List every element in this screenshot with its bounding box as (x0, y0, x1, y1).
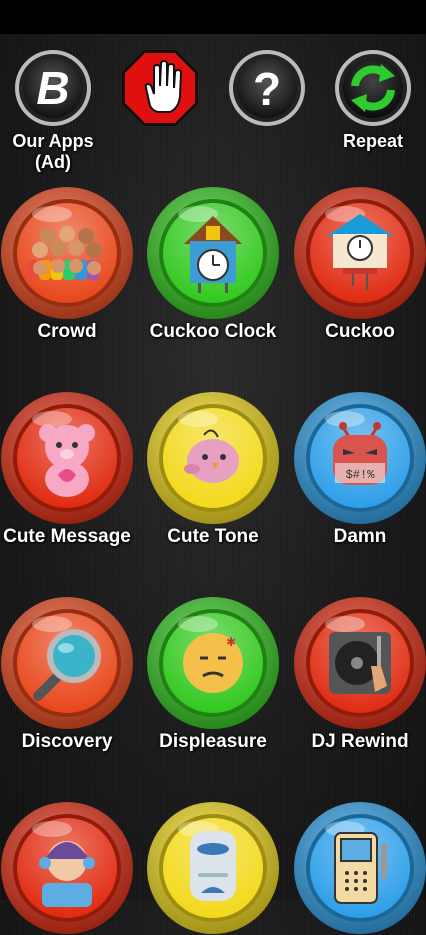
sound-label: Crowd (37, 321, 97, 342)
svg-text:?: ? (253, 63, 281, 115)
sound-button[interactable] (146, 186, 280, 320)
question-mark-icon: ? (229, 50, 305, 126)
sound-label: Cuckoo Clock (149, 321, 277, 342)
sound-button[interactable] (0, 186, 134, 320)
svg-text:$#!%: $#!% (346, 468, 376, 482)
help-button[interactable]: ? (227, 48, 307, 128)
sound-button[interactable] (293, 596, 426, 730)
displeased-face-icon: ✱ (147, 597, 279, 729)
cuckoo-house-icon (294, 187, 426, 319)
turntable-icon (294, 597, 426, 729)
stop-hand-icon (122, 50, 198, 126)
teddy-bear-icon (1, 392, 133, 524)
stop-button[interactable] (120, 48, 200, 128)
repeat-label: Repeat (342, 131, 404, 151)
sound-button[interactable] (0, 391, 134, 525)
sound-label: Cute Tone (167, 526, 259, 547)
cuckoo-clock-icon (147, 187, 279, 319)
our-apps-button[interactable]: B (13, 48, 93, 128)
dj-girl-icon (1, 802, 133, 934)
sound-label: Discovery (21, 731, 113, 752)
sound-button[interactable]: $#!% (293, 391, 426, 525)
crowd-icon (1, 187, 133, 319)
magnifier-icon (1, 597, 133, 729)
sound-label: DJ Rewind (311, 731, 409, 752)
smart-speaker-icon (147, 802, 279, 934)
sound-button[interactable] (146, 391, 280, 525)
repeat-button[interactable] (333, 48, 413, 128)
sound-button[interactable] (293, 801, 426, 935)
sound-button[interactable] (0, 801, 134, 935)
sound-button[interactable] (0, 596, 134, 730)
b-logo-icon: B (15, 50, 91, 126)
svg-text:B: B (36, 62, 69, 114)
sound-button[interactable]: ✱ (146, 596, 280, 730)
sound-label: Cute Message (3, 526, 131, 547)
angry-face-icon: $#!% (294, 392, 426, 524)
cute-bird-icon (147, 392, 279, 524)
status-bar (0, 0, 426, 34)
repeat-arrows-icon (335, 50, 411, 126)
sound-label: Damn (333, 526, 387, 547)
sound-label: Cuckoo (325, 321, 395, 342)
sound-button[interactable] (146, 801, 280, 935)
svg-text:✱: ✱ (226, 635, 236, 649)
sound-button[interactable] (293, 186, 426, 320)
handheld-device-icon (294, 802, 426, 934)
our-apps-label: Our Apps (Ad) (12, 131, 94, 172)
sound-label: Displeasure (159, 731, 267, 752)
